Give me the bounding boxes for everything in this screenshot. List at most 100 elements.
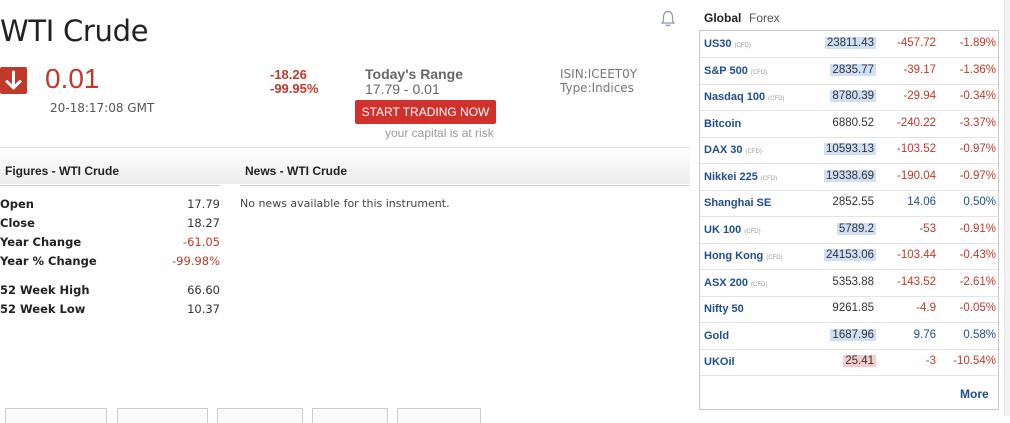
cfd-tag: (CFD) xyxy=(751,281,768,288)
market-name-text: Nasdaq 100 xyxy=(704,91,766,103)
market-row[interactable]: Bitcoin 6880.52 -240.22 -3.37% xyxy=(700,111,998,138)
market-name-text: ASX 200 xyxy=(704,276,749,289)
market-name[interactable]: US30 (CFD) xyxy=(704,38,751,50)
market-name[interactable]: ASX 200 (CFD) xyxy=(704,277,767,289)
market-price: 23811.43 xyxy=(824,37,876,49)
market-row[interactable]: UK 100 (CFD) 5789.2 -53 -0.91% xyxy=(700,217,998,244)
market-row[interactable]: Nikkei 225 (CFD) 19338.69 -190.04 -0.97% xyxy=(700,164,998,191)
market-change: 14.06 xyxy=(907,196,936,208)
market-change-percent: 0.58% xyxy=(963,328,996,341)
market-price: 2835.77 xyxy=(830,63,876,76)
market-change: -4.9 xyxy=(916,302,936,314)
news-heading: News - WTI Crude xyxy=(245,164,348,178)
market-change-percent: -0.91% xyxy=(959,222,996,235)
market-change-percent: -0.05% xyxy=(959,302,996,314)
market-row[interactable]: S&P 500 (CFD) 2835.77 -39.17 -1.36% xyxy=(700,58,998,85)
start-trading-button[interactable]: START TRADING NOW xyxy=(355,100,496,124)
market-change: -53 xyxy=(919,222,936,235)
market-change: -103.52 xyxy=(896,143,936,155)
range-value: 17.79 - 0.01 xyxy=(365,81,440,97)
market-change: -3 xyxy=(925,355,936,367)
market-change: 9.76 xyxy=(913,328,936,341)
market-name[interactable]: Hong Kong (CFD) xyxy=(704,250,783,262)
figure-value: 66.60 xyxy=(187,283,220,297)
figure-row-close: Close 18.27 xyxy=(0,216,220,230)
market-row[interactable]: Shanghai SE 2852.55 14.06 0.50% xyxy=(700,190,998,217)
market-price: 10593.13 xyxy=(824,143,876,155)
market-row[interactable]: Nifty 50 9261.85 -4.9 -0.05% xyxy=(700,296,998,323)
figure-label: Year Change xyxy=(0,235,82,249)
market-name[interactable]: UK 100 (CFD) xyxy=(704,224,761,236)
market-change-percent: -1.89% xyxy=(959,37,996,49)
market-row[interactable]: Hong Kong (CFD) 24153.06 -103.44 -0.43% xyxy=(700,243,998,270)
market-name[interactable]: Nasdaq 100 (CFD) xyxy=(704,91,784,103)
market-change-percent: -2.61% xyxy=(959,275,996,288)
market-change: -190.04 xyxy=(896,169,936,182)
market-row[interactable]: Nasdaq 100 (CFD) 8780.39 -29.94 -0.34% xyxy=(700,84,998,111)
cfd-tag: (CFD) xyxy=(750,69,768,76)
market-name[interactable]: Gold xyxy=(704,330,729,342)
figure-row-year-change: Year Change -61.05 xyxy=(0,235,220,249)
news-empty-message: No news available for this instrument. xyxy=(240,197,450,210)
more-link[interactable]: More xyxy=(960,387,989,401)
market-panel: US30 (CFD) 23811.43 -457.72 -1.89% S&P 500 (CF… xyxy=(699,30,999,410)
market-name-text: Gold xyxy=(704,329,730,342)
market-name[interactable]: Nifty 50 xyxy=(704,303,744,315)
figure-value: 17.79 xyxy=(187,197,220,211)
market-name[interactable]: DAX 30 (CFD) xyxy=(704,144,762,156)
market-name-text: S&P 500 xyxy=(704,64,748,77)
market-row[interactable]: US30 (CFD) 23811.43 -457.72 -1.89% xyxy=(700,31,998,58)
figure-label: Close xyxy=(0,216,35,230)
market-row[interactable]: Gold 1687.96 9.76 0.58% xyxy=(700,323,998,350)
scrollbar[interactable] xyxy=(1004,0,1010,416)
market-change: -457.72 xyxy=(896,37,936,49)
market-price: 8780.39 xyxy=(830,90,876,102)
market-change: -29.94 xyxy=(903,90,936,102)
figure-row-open: Open 17.79 xyxy=(0,197,220,211)
market-change-percent: -0.97% xyxy=(959,169,996,182)
market-change-percent: -0.34% xyxy=(959,90,996,102)
market-price: 9261.85 xyxy=(832,302,874,314)
cfd-tag: (CFD) xyxy=(766,255,783,261)
market-row[interactable]: UKOil 25.41 -3 -10.54% xyxy=(700,349,998,376)
market-change-percent: -1.36% xyxy=(959,63,996,76)
price-change: -18.26 xyxy=(270,67,307,82)
price-change-percent: -99.95% xyxy=(270,81,319,96)
figure-label: 52 Week Low xyxy=(0,302,86,316)
figure-label: Year % Change xyxy=(0,254,97,268)
market-name[interactable]: S&P 500 (CFD) xyxy=(704,65,767,77)
figure-value: -99.98% xyxy=(172,254,220,268)
market-price: 1687.96 xyxy=(830,328,876,341)
bell-icon[interactable] xyxy=(660,10,676,28)
market-price: 2852.55 xyxy=(832,196,874,208)
market-name[interactable]: Shanghai SE xyxy=(704,197,771,209)
cfd-tag: (CFD) xyxy=(768,96,785,102)
figures-heading: Figures - WTI Crude xyxy=(5,164,119,178)
market-name[interactable]: Nikkei 225 (CFD) xyxy=(704,171,777,183)
tab-global[interactable]: Global xyxy=(704,11,741,25)
market-price: 19338.69 xyxy=(824,169,876,182)
market-name-text: DAX 30 xyxy=(704,144,743,156)
market-name-text: Hong Kong xyxy=(704,250,764,262)
figure-value: 10.37 xyxy=(187,302,220,316)
market-change-percent: -0.43% xyxy=(959,249,996,261)
figure-row-52wk-high: 52 Week High 66.60 xyxy=(0,283,220,297)
tab-forex[interactable]: Forex xyxy=(749,11,780,25)
down-arrow-icon xyxy=(0,67,27,94)
cfd-tag: (CFD) xyxy=(744,228,761,235)
type-label: Type:Indices xyxy=(560,81,634,95)
market-row[interactable]: DAX 30 (CFD) 10593.13 -103.52 -0.97% xyxy=(700,137,998,164)
market-price: 5353.88 xyxy=(832,275,874,288)
figure-row-year-pct-change: Year % Change -99.98% xyxy=(0,254,220,268)
cfd-tag: (CFD) xyxy=(760,175,778,182)
market-row[interactable]: ASX 200 (CFD) 5353.88 -143.52 -2.61% xyxy=(700,270,998,297)
market-change-percent: 0.50% xyxy=(963,196,996,208)
market-name[interactable]: UKOil xyxy=(704,356,735,368)
market-name[interactable]: Bitcoin xyxy=(704,118,741,130)
market-name-text: Nikkei 225 xyxy=(704,170,758,183)
market-change: -240.22 xyxy=(896,116,936,129)
page-title: WTI Crude xyxy=(0,14,149,48)
market-change-percent: -10.54% xyxy=(953,355,996,367)
market-price: 6880.52 xyxy=(832,116,874,129)
risk-disclaimer: your capital is at risk xyxy=(385,126,494,140)
